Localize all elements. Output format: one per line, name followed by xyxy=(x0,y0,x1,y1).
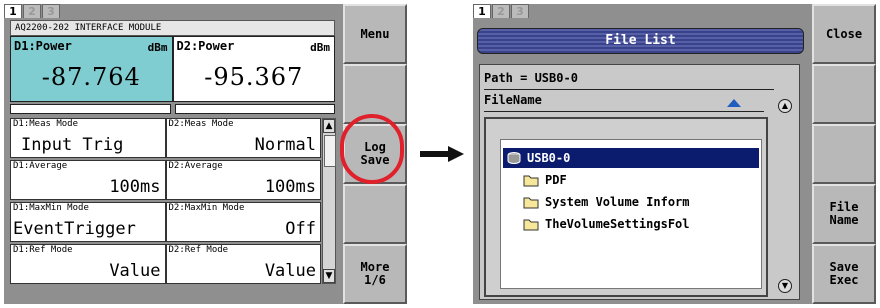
d2-meas-mode-value: Normal xyxy=(254,135,316,155)
d2-ref-mode-field[interactable]: D2:Ref Mode Value xyxy=(165,244,321,284)
settings-row-average: D1:Average 100ms D2:Average 100ms xyxy=(10,160,321,200)
d1-power-label: D1:Power xyxy=(14,39,72,53)
d2-maxmin-value: Off xyxy=(285,219,316,239)
item-name: USB0-0 xyxy=(527,151,571,165)
d2-power-box[interactable]: D2:Power dBm -95.367 xyxy=(172,36,335,102)
d1-power-unit: dBm xyxy=(147,41,168,54)
settings-row-meas-mode: D1:Meas Mode Input Trig D2:Meas Mode Nor… xyxy=(10,118,321,158)
d1-ref-mode-label: D1:Ref Mode xyxy=(13,245,73,255)
sort-ascending-icon[interactable] xyxy=(727,99,741,107)
d2-power-unit: dBm xyxy=(310,41,330,54)
scroll-up-icon[interactable]: ▲ xyxy=(323,119,335,133)
file-list: USB0-0 PDF System Volume Inform TheVolum… xyxy=(500,139,762,289)
d2-meas-mode-label: D2:Meas Mode xyxy=(168,119,234,129)
list-scroll-up-icon[interactable]: ▲ xyxy=(778,99,792,113)
screen-tabs: 1 2 3 xyxy=(473,4,530,18)
d1-power-value: -87.764 xyxy=(41,63,141,91)
close-softkey[interactable]: Close xyxy=(812,4,876,64)
log-save-highlight-circle xyxy=(340,114,404,184)
right-softkeys: Close File Name Save Exec xyxy=(812,4,876,304)
tab-2[interactable]: 2 xyxy=(492,4,510,18)
tab-2[interactable]: 2 xyxy=(23,4,41,18)
file-list-title: File List xyxy=(477,28,804,54)
scrollbar-thumb[interactable] xyxy=(324,135,336,167)
d1-average-value: 100ms xyxy=(109,177,161,197)
tab-1[interactable]: 1 xyxy=(473,4,491,18)
screen-tabs: 1 2 3 xyxy=(4,4,61,18)
list-scroll-down-icon[interactable]: ▼ xyxy=(778,279,792,293)
blank-softkey-2[interactable] xyxy=(812,64,876,124)
d2-maxmin-field[interactable]: D2:MaxMin Mode Off xyxy=(165,202,321,242)
item-name: PDF xyxy=(545,173,567,187)
d1-maxmin-field[interactable]: D1:MaxMin Mode EventTrigger xyxy=(10,202,166,242)
list-item-system-volume[interactable]: System Volume Inform xyxy=(523,192,690,212)
folder-icon xyxy=(523,175,539,186)
d1-ref-mode-value: Value xyxy=(109,261,161,281)
settings-row-maxmin: D1:MaxMin Mode EventTrigger D2:MaxMin Mo… xyxy=(10,202,321,242)
save-exec-softkey[interactable]: Save Exec xyxy=(812,244,876,304)
item-name: System Volume Inform xyxy=(545,195,690,209)
module-title: AQ2200-202 INTERFACE MODULE xyxy=(10,20,335,36)
folder-icon xyxy=(523,197,539,208)
power-readouts: D1:Power dBm -87.764 D2:Power dBm -95.36… xyxy=(10,36,335,102)
tab-3[interactable]: 3 xyxy=(511,4,529,18)
tab-1[interactable]: 1 xyxy=(4,4,22,18)
d2-power-label: D2:Power xyxy=(176,39,235,53)
tab-3[interactable]: 3 xyxy=(42,4,60,18)
item-name: TheVolumeSettingsFol xyxy=(545,217,690,231)
d1-average-label: D1:Average xyxy=(13,161,68,171)
d2-ref-mode-value: Value xyxy=(264,261,316,281)
blank-softkey-4[interactable] xyxy=(343,184,407,244)
usb-drive-icon xyxy=(507,152,521,164)
path-divider xyxy=(484,89,774,90)
measurement-panel: AQ2200-202 INTERFACE MODULE D1:Power dBm… xyxy=(10,20,336,300)
filename-divider xyxy=(484,111,764,112)
list-item-volume-settings[interactable]: TheVolumeSettingsFol xyxy=(523,214,690,234)
divider-right xyxy=(174,104,335,114)
d2-average-field[interactable]: D2:Average 100ms xyxy=(165,160,321,200)
d2-average-label: D2:Average xyxy=(168,161,223,171)
d1-meas-mode-field[interactable]: D1:Meas Mode Input Trig xyxy=(10,118,166,158)
d1-average-field[interactable]: D1:Average 100ms xyxy=(10,160,166,200)
d1-maxmin-value: EventTrigger xyxy=(13,219,136,239)
list-item-pdf[interactable]: PDF xyxy=(523,170,567,190)
blank-softkey-3[interactable] xyxy=(812,124,876,184)
more-softkey[interactable]: More 1/6 xyxy=(343,244,407,304)
file-list-dialog: Path = USB0-0 FileName ▲ ▼ USB0-0 PDF Sy… xyxy=(479,64,800,300)
d1-maxmin-label: D1:MaxMin Mode xyxy=(13,203,89,213)
file-name-softkey[interactable]: File Name xyxy=(812,184,876,244)
d1-power-box[interactable]: D1:Power dBm -87.764 xyxy=(10,36,173,102)
d1-meas-mode-value: Input Trig xyxy=(21,135,124,155)
divider-left xyxy=(10,104,171,114)
transition-arrow-icon xyxy=(420,146,464,162)
list-item-usb0-0[interactable]: USB0-0 xyxy=(503,148,759,168)
folder-icon xyxy=(523,219,539,230)
d1-meas-mode-label: D1:Meas Mode xyxy=(13,119,79,129)
filename-header[interactable]: FileName xyxy=(480,93,542,107)
d2-average-value: 100ms xyxy=(264,177,316,197)
d2-meas-mode-field[interactable]: D2:Meas Mode Normal xyxy=(165,118,321,158)
file-list-frame: USB0-0 PDF System Volume Inform TheVolum… xyxy=(484,117,768,297)
settings-row-ref-mode: D1:Ref Mode Value D2:Ref Mode Value xyxy=(10,244,321,284)
file-list-screen: 1 2 3 File List Path = USB0-0 FileName ▲… xyxy=(473,4,876,304)
menu-softkey[interactable]: Menu xyxy=(343,4,407,64)
path-label: Path = USB0-0 xyxy=(484,71,578,85)
settings-scrollbar[interactable]: ▲ ▼ xyxy=(322,118,336,284)
d1-ref-mode-field[interactable]: D1:Ref Mode Value xyxy=(10,244,166,284)
d2-ref-mode-label: D2:Ref Mode xyxy=(168,245,229,255)
settings-grid: D1:Meas Mode Input Trig D2:Meas Mode Nor… xyxy=(10,118,336,284)
d2-power-value: -95.367 xyxy=(204,63,304,91)
d2-maxmin-label: D2:MaxMin Mode xyxy=(168,203,245,213)
divider-row xyxy=(10,104,335,114)
scroll-down-icon[interactable]: ▼ xyxy=(323,269,335,283)
